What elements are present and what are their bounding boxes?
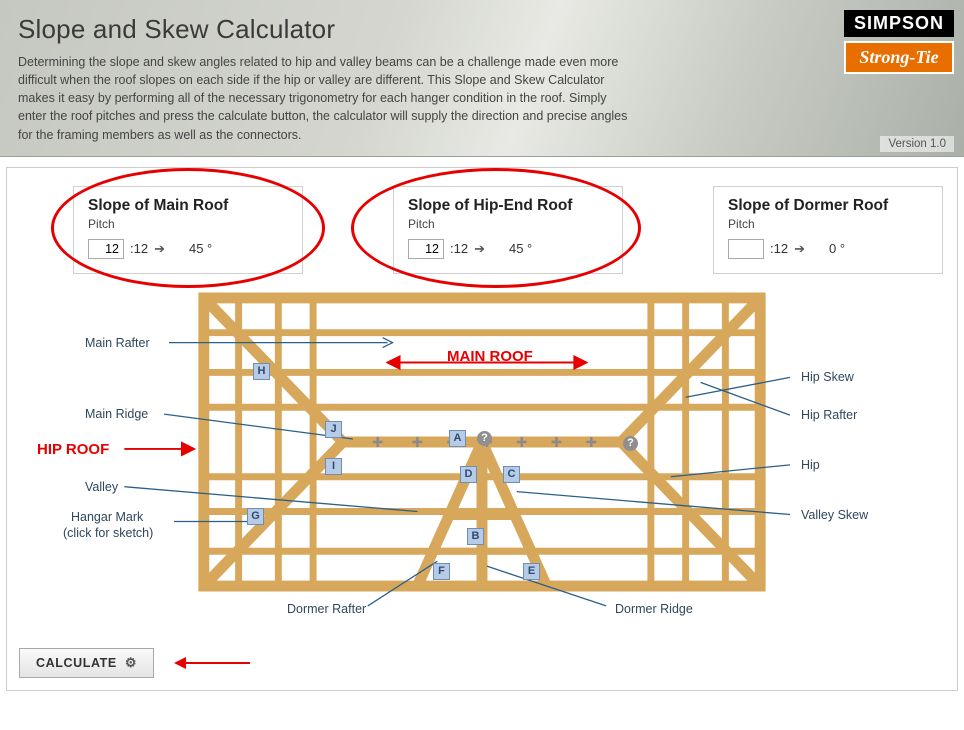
brand-strongtie: Strong-Tie <box>844 41 954 74</box>
label-hangar-mark: Hangar Mark <box>71 510 143 524</box>
hip-end-roof-base: :12 <box>450 241 468 256</box>
version-badge: Version 1.0 <box>880 136 954 152</box>
arrow-right-icon: ➔ <box>474 241 485 257</box>
dormer-roof-box: Slope of Dormer Roof Pitch :12 ➔ 0 ° <box>713 186 943 274</box>
dormer-roof-pitch-input[interactable] <box>728 239 764 259</box>
dormer-roof-angle: 0 ° <box>829 241 845 256</box>
hip-end-roof-sub: Pitch <box>408 217 608 231</box>
label-hangar-sub: (click for sketch) <box>63 526 153 540</box>
marker-h[interactable]: H <box>253 363 270 380</box>
dormer-roof-sub: Pitch <box>728 217 928 231</box>
roof-diagram: H J I G A D C B F E ? ? Main Rafter Main… <box>25 288 939 628</box>
marker-c[interactable]: C <box>503 466 520 483</box>
label-hip-rafter: Hip Rafter <box>801 408 857 422</box>
spacer <box>643 186 693 274</box>
brand-block: SIMPSON Strong-Tie <box>844 10 954 74</box>
marker-e[interactable]: E <box>523 563 540 580</box>
hip-end-roof-pitch-input[interactable] <box>408 239 444 259</box>
brand-simpson: SIMPSON <box>844 10 954 37</box>
label-main-roof: MAIN ROOF <box>447 348 533 365</box>
label-valley-skew: Valley Skew <box>801 508 868 522</box>
calculate-label: CALCULATE <box>36 656 117 670</box>
main-roof-base: :12 <box>130 241 148 256</box>
label-dormer-ridge: Dormer Ridge <box>615 602 693 616</box>
annotation-arrow-calc <box>172 656 252 670</box>
label-valley: Valley <box>85 480 118 494</box>
main-roof-sub: Pitch <box>88 217 288 231</box>
main-roof-pitch-input[interactable] <box>88 239 124 259</box>
label-hip: Hip <box>801 458 820 472</box>
label-hip-skew: Hip Skew <box>801 370 854 384</box>
help-marker-right[interactable]: ? <box>623 436 638 451</box>
calculator-stage: Slope of Main Roof Pitch :12 ➔ 45 ° Slop… <box>6 167 958 691</box>
label-main-ridge: Main Ridge <box>85 407 148 421</box>
description: Determining the slope and skew angles re… <box>18 53 638 144</box>
dormer-roof-title: Slope of Dormer Roof <box>728 197 928 215</box>
calculate-button[interactable]: CALCULATE ⚙ <box>19 648 154 678</box>
spacer <box>323 186 373 274</box>
main-roof-box: Slope of Main Roof Pitch :12 ➔ 45 ° <box>73 186 303 274</box>
dormer-roof-base: :12 <box>770 241 788 256</box>
header: Slope and Skew Calculator Determining th… <box>0 0 964 157</box>
marker-b[interactable]: B <box>467 528 484 545</box>
marker-j[interactable]: J <box>325 421 342 438</box>
roof-svg <box>25 288 939 616</box>
main-roof-angle: 45 ° <box>189 241 212 256</box>
hip-end-roof-angle: 45 ° <box>509 241 532 256</box>
marker-a[interactable]: A <box>449 430 466 447</box>
hip-end-roof-title: Slope of Hip-End Roof <box>408 197 608 215</box>
gear-icon: ⚙ <box>125 655 137 671</box>
marker-i[interactable]: I <box>325 458 342 475</box>
arrow-right-icon: ➔ <box>794 241 805 257</box>
label-dormer-rafter: Dormer Rafter <box>287 602 366 616</box>
pitch-inputs: Slope of Main Roof Pitch :12 ➔ 45 ° Slop… <box>73 186 945 274</box>
arrow-right-icon: ➔ <box>154 241 165 257</box>
label-main-rafter: Main Rafter <box>85 336 150 350</box>
marker-g[interactable]: G <box>247 508 264 525</box>
page-title: Slope and Skew Calculator <box>18 14 946 45</box>
label-hip-roof: HIP ROOF <box>37 441 109 458</box>
hip-end-roof-box: Slope of Hip-End Roof Pitch :12 ➔ 45 ° <box>393 186 623 274</box>
main-roof-title: Slope of Main Roof <box>88 197 288 215</box>
marker-f[interactable]: F <box>433 563 450 580</box>
marker-d[interactable]: D <box>460 466 477 483</box>
help-marker-ridge[interactable]: ? <box>477 431 492 446</box>
